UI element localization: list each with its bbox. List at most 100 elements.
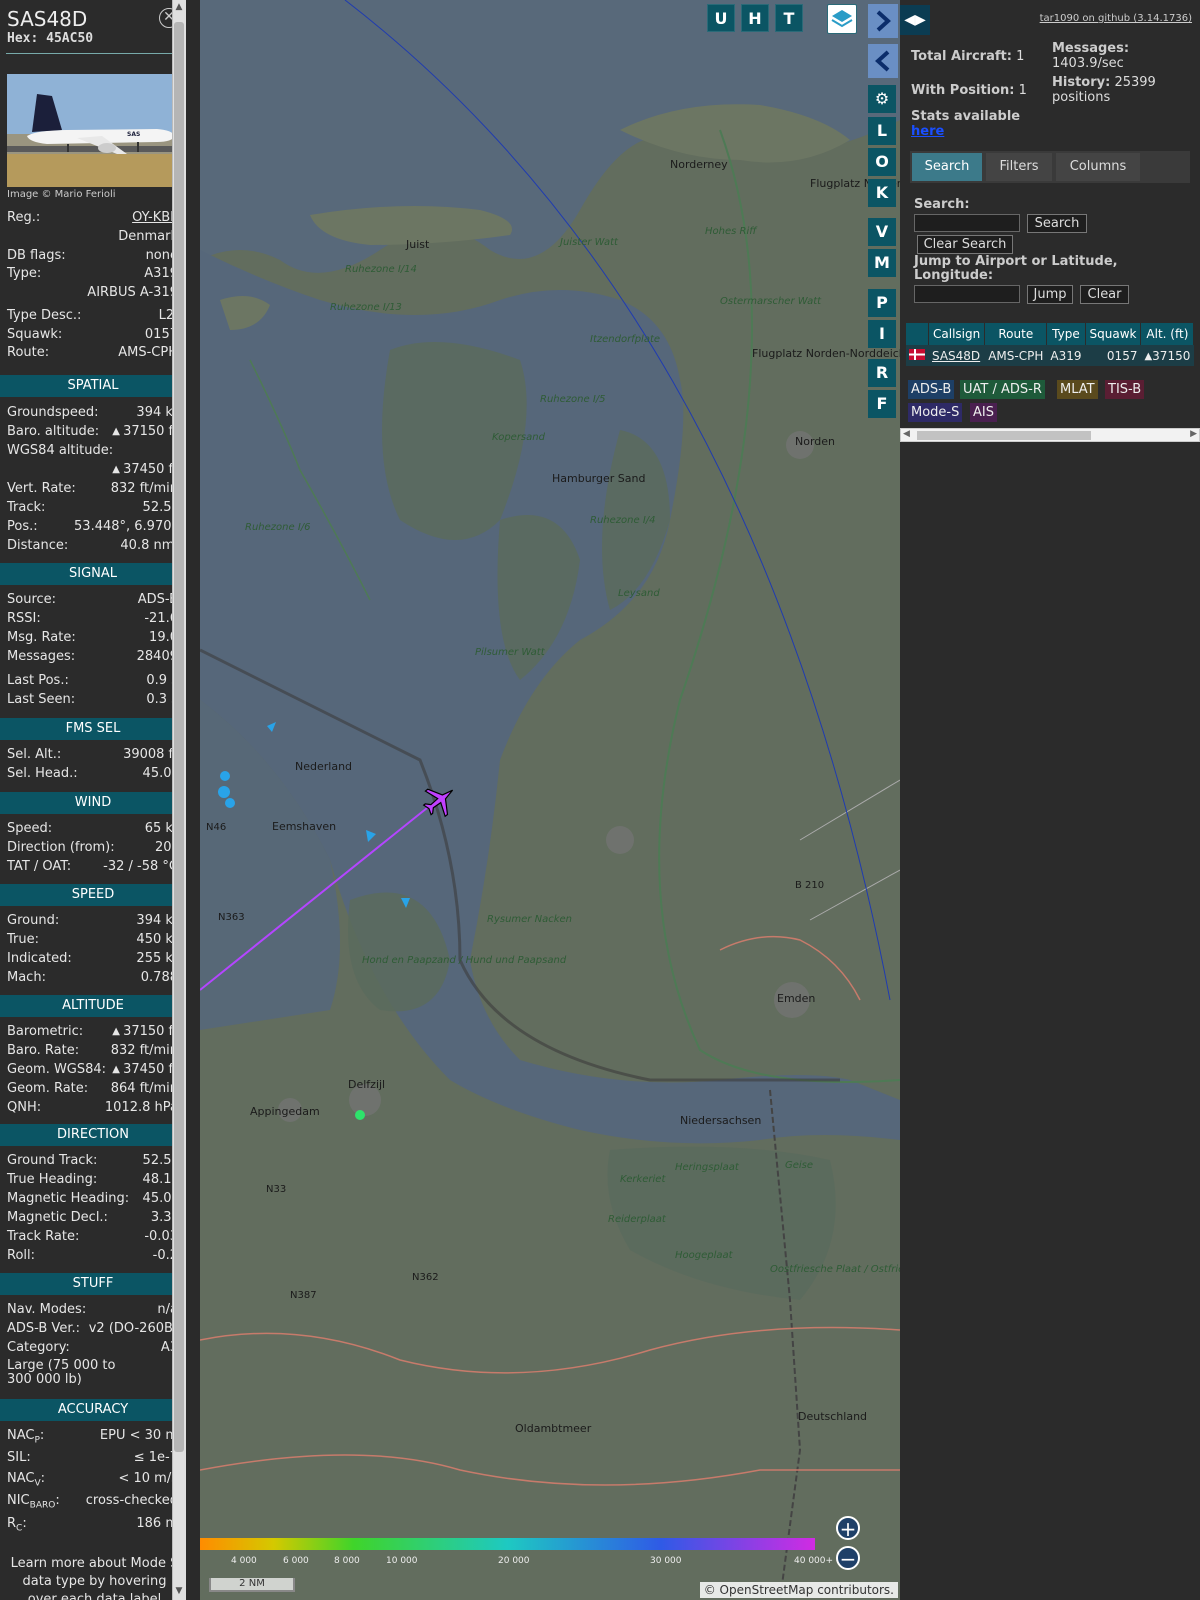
map-button-v[interactable]: V bbox=[868, 218, 896, 246]
info-row-label: Roll: bbox=[7, 1248, 36, 1263]
stats-available: Stats available here bbox=[911, 109, 1021, 139]
info-row: Reg.: OY-KBP bbox=[7, 210, 178, 228]
map-attribution[interactable]: © OpenStreetMap contributors. bbox=[699, 1582, 898, 1598]
info-row-value: < 10 m/s bbox=[118, 1471, 178, 1486]
info-row-label: Type: bbox=[7, 266, 42, 281]
map-label: Niedersachsen bbox=[680, 1114, 761, 1127]
expand-right-icon[interactable] bbox=[868, 4, 898, 38]
map-button-t[interactable]: T bbox=[775, 4, 803, 32]
info-row: RSSI: -21.6 bbox=[7, 611, 178, 629]
section-spatial: SPATIAL bbox=[0, 375, 186, 397]
map-button-k[interactable]: K bbox=[868, 179, 896, 207]
github-link[interactable]: tar1090 on github (3.14.1736) bbox=[1040, 13, 1192, 24]
map-button-u[interactable]: U bbox=[707, 4, 735, 32]
divider bbox=[6, 53, 181, 54]
info-row-label: TAT / OAT: bbox=[7, 859, 72, 874]
stats-link[interactable]: here bbox=[911, 124, 944, 139]
table-hscrollbar-thumb[interactable] bbox=[917, 431, 1091, 440]
map-button-l[interactable]: L bbox=[868, 117, 896, 145]
info-row-label: Sel. Alt.: bbox=[7, 747, 62, 762]
map-label: Oostfriesche Plaat / Ostfriesische Platt… bbox=[770, 1264, 900, 1275]
source-chip[interactable]: Mode-S bbox=[908, 403, 963, 422]
search-button[interactable]: Search bbox=[1027, 214, 1087, 233]
scroll-up-icon[interactable]: ▲ bbox=[173, 2, 185, 12]
map-label: Oldambtmeer bbox=[515, 1422, 592, 1435]
info-row-label: Vert. Rate: bbox=[7, 481, 76, 496]
map-label: Heringsplaat bbox=[675, 1162, 740, 1173]
map-button-h[interactable]: H bbox=[741, 4, 769, 32]
section-speed: SPEED bbox=[0, 884, 186, 906]
climb-arrow-icon: ▲ bbox=[112, 1064, 124, 1075]
with-position: With Position: 1 bbox=[911, 83, 1027, 98]
info-row-value: cross-checked bbox=[85, 1493, 178, 1508]
map-button-o[interactable]: O bbox=[868, 148, 896, 176]
col-altitude[interactable]: Alt. (ft) bbox=[1140, 323, 1195, 345]
zoom-out-icon[interactable]: − bbox=[836, 1546, 860, 1570]
col-squawk[interactable]: Squawk bbox=[1085, 323, 1142, 345]
map-label: N363 bbox=[218, 912, 245, 923]
info-row-value: 39008 ft bbox=[123, 747, 178, 762]
info-scrollbar-thumb[interactable] bbox=[174, 22, 184, 1452]
source-chip[interactable]: AIS bbox=[970, 403, 997, 422]
aircraft-photo[interactable]: SAS bbox=[7, 74, 178, 187]
col-callsign[interactable]: Callsign bbox=[928, 323, 986, 345]
info-row: Distance: 40.8 nmi bbox=[7, 538, 178, 556]
map-button-r[interactable]: R bbox=[868, 359, 896, 387]
source-chip[interactable]: UAT / ADS-R bbox=[960, 380, 1045, 399]
climb-arrow-icon: ▲ bbox=[112, 426, 124, 437]
section-direction: DIRECTION bbox=[0, 1124, 186, 1146]
col-flag[interactable] bbox=[906, 323, 929, 345]
map-label: Reiderplaat bbox=[608, 1214, 667, 1225]
map-label: Kopersand bbox=[492, 432, 546, 443]
col-route[interactable]: Route bbox=[984, 323, 1048, 345]
info-row-label: Large (75 000 to bbox=[7, 1358, 116, 1373]
table-hscrollbar[interactable]: ◀ ▶ bbox=[900, 428, 1200, 442]
collapse-left-icon[interactable] bbox=[868, 44, 898, 78]
map-view[interactable]: Norderney Juist Norden Emden Delfzijl Appinge… bbox=[200, 0, 900, 1600]
clear-search-button[interactable]: Clear Search bbox=[917, 235, 1013, 254]
map-button-i[interactable]: I bbox=[868, 320, 896, 348]
toggle-sidebar-icon[interactable]: ◀▶ bbox=[900, 5, 930, 35]
tab-columns[interactable]: Columns bbox=[1056, 153, 1140, 181]
source-chip[interactable]: ADS-B bbox=[908, 380, 955, 399]
info-row: TAT / OAT: -32 / -58 °C bbox=[7, 859, 178, 877]
row-callsign[interactable]: SAS48D bbox=[928, 345, 986, 366]
info-row: True Heading: 48.1° bbox=[7, 1172, 178, 1190]
map-button-p[interactable]: P bbox=[868, 289, 896, 317]
info-row: Indicated: 255 kt bbox=[7, 951, 178, 969]
map-button-m[interactable]: M bbox=[868, 249, 896, 277]
jump-input[interactable] bbox=[914, 285, 1020, 303]
jump-button[interactable]: Jump bbox=[1027, 285, 1073, 304]
info-row-label: Geom. Rate: bbox=[7, 1081, 89, 1096]
map-label: N46 bbox=[206, 822, 226, 833]
layers-icon[interactable] bbox=[827, 4, 857, 34]
scroll-right-icon[interactable]: ▶ bbox=[1190, 429, 1197, 439]
info-row: Type: A319 bbox=[7, 266, 178, 284]
map-button-f[interactable]: F bbox=[868, 390, 896, 418]
zoom-in-icon[interactable]: + bbox=[836, 1516, 860, 1540]
info-row-value: -32 / -58 °C bbox=[103, 859, 178, 874]
map-canvas[interactable]: Norderney Juist Norden Emden Delfzijl Appinge… bbox=[200, 0, 900, 1600]
selected-callsign: SAS48D bbox=[7, 7, 88, 31]
info-row-label: Type Desc.: bbox=[7, 308, 82, 323]
source-chip[interactable]: TIS-B bbox=[1105, 380, 1145, 399]
clear-button[interactable]: Clear bbox=[1080, 285, 1129, 304]
table-row[interactable]: SAS48D AMS-CPH A319 0157 ▲37150 bbox=[906, 345, 1195, 366]
tab-search[interactable]: Search bbox=[912, 153, 982, 181]
tab-filters[interactable]: Filters bbox=[986, 153, 1052, 181]
aircraft-info-panel: SAS48D Hex: 45AC50 ✕ SAS Image © Mario F… bbox=[0, 0, 186, 1600]
search-input[interactable] bbox=[914, 214, 1020, 232]
settings-gear-icon[interactable]: ⚙ bbox=[868, 85, 896, 113]
row-squawk: 0157 bbox=[1085, 345, 1142, 366]
info-row-label: Last Seen: bbox=[7, 692, 76, 707]
info-row: Baro. Rate: 832 ft/min bbox=[7, 1043, 178, 1061]
map-label: Norden bbox=[795, 435, 835, 448]
info-row: Barometric: ▲ 37150 ft bbox=[7, 1024, 178, 1042]
section-signal: SIGNAL bbox=[0, 563, 186, 585]
scroll-down-icon[interactable]: ▼ bbox=[173, 1586, 185, 1596]
scroll-left-icon[interactable]: ◀ bbox=[903, 429, 910, 439]
info-row-label: ADS-B Ver.: bbox=[7, 1321, 80, 1336]
source-chip[interactable]: MLAT bbox=[1057, 380, 1098, 399]
col-type[interactable]: Type bbox=[1046, 323, 1086, 345]
info-row-label: Track: bbox=[7, 500, 46, 515]
